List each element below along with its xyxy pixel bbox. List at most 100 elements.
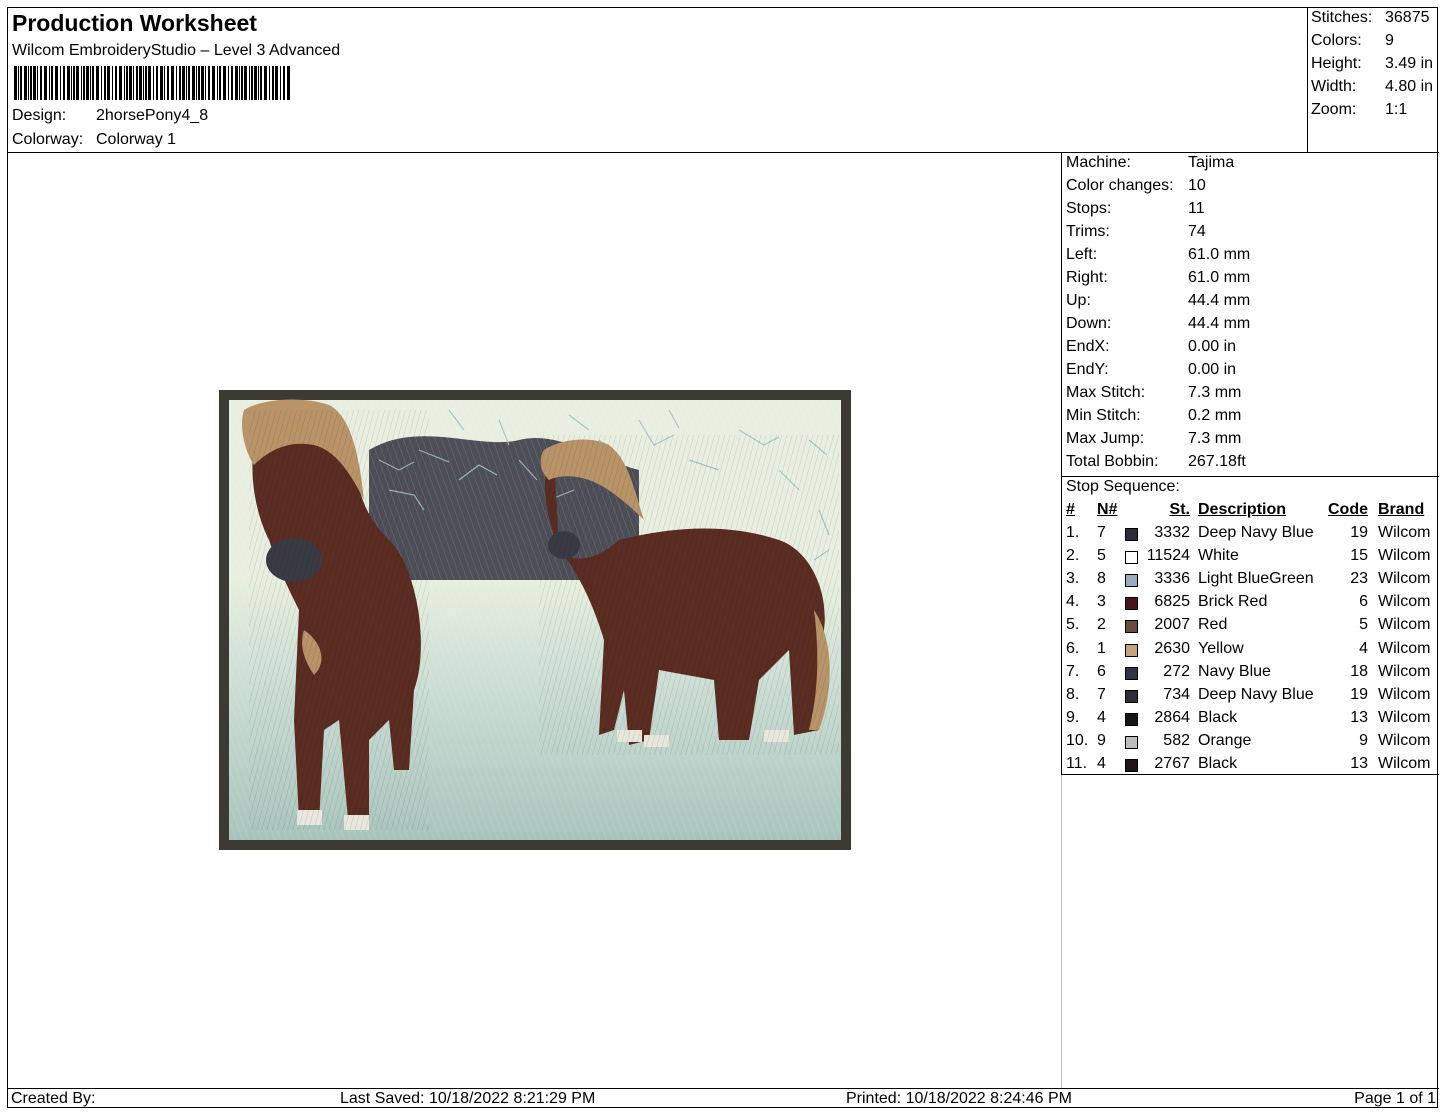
needle-number: 9: [1097, 731, 1106, 749]
left-pony: [242, 399, 429, 830]
stop-sequence-header: # N# St. Description Code Brand: [1062, 501, 1439, 524]
needle-number: 6: [1097, 662, 1106, 680]
barcode-bar: [37, 66, 38, 100]
barcode-bar: [81, 66, 82, 100]
barcode-bar: [171, 66, 174, 100]
barcode-bar: [219, 66, 221, 100]
machine-info-value: 61.0 mm: [1188, 269, 1251, 286]
stitch-count: 582: [1163, 731, 1190, 749]
thread-code: 23: [1350, 570, 1368, 588]
machine-info-label: Stops:: [1066, 200, 1112, 217]
thread-description: Yellow: [1198, 639, 1244, 657]
barcode-bar: [269, 66, 270, 100]
stop-sequence-divider: [1062, 476, 1439, 477]
height-value: 3.49 in: [1385, 55, 1434, 72]
thread-brand: Wilcom: [1378, 662, 1431, 680]
last-saved: Last Saved: 10/18/2022 8:21:29 PM: [340, 1090, 596, 1107]
barcode-bar: [231, 66, 233, 100]
machine-info-value: 44.4 mm: [1188, 315, 1251, 332]
panel-divider: [1061, 775, 1062, 1088]
thread-brand: Wilcom: [1378, 593, 1431, 611]
stop-sequence-row: 8. 7 734 Deep Navy Blue 19 Wilcom: [1062, 686, 1439, 709]
barcode-bar: [254, 66, 257, 100]
stop-number: 10.: [1066, 731, 1089, 749]
color-swatch: [1125, 551, 1138, 565]
stitch-count: 3332: [1154, 524, 1190, 541]
thread-code: 4: [1359, 639, 1368, 657]
machine-info-panel: Total Bobbin: 267.18ft Max Jump: 7.3 mm Min …: [1061, 153, 1439, 775]
machine-info-value: 0.2 mm: [1188, 407, 1242, 424]
barcode-bar: [104, 66, 106, 100]
machine-info-label: Left:: [1066, 246, 1098, 263]
stitch-count: 2767: [1154, 755, 1190, 772]
thread-description: Deep Navy Blue: [1198, 685, 1314, 703]
stitch-count: 2864: [1154, 708, 1190, 726]
width-label: Width:: [1311, 78, 1357, 95]
barcode-bar: [24, 66, 27, 100]
machine-info-label: Max Jump:: [1066, 430, 1145, 447]
stop-number: 2.: [1066, 547, 1080, 565]
machine-info-value: 0.00 in: [1188, 361, 1237, 378]
thread-description: Deep Navy Blue: [1198, 524, 1314, 541]
barcode-bar: [280, 66, 281, 100]
barcode-bar: [67, 66, 70, 100]
stop-number: 9.: [1066, 708, 1080, 726]
barcode-bar: [188, 66, 190, 100]
col-header-brand: Brand: [1378, 501, 1425, 518]
machine-info-value: 10: [1188, 177, 1206, 194]
barcode-bar: [153, 66, 154, 100]
machine-info-row: Machine: Tajima: [1066, 154, 1234, 172]
needle-number: 3: [1097, 593, 1106, 611]
thread-code: 13: [1350, 755, 1368, 772]
barcode-bar: [119, 66, 122, 100]
barcode-bar: [55, 66, 58, 100]
stop-sequence-row: 5. 2 2007 Red 5 Wilcom: [1062, 616, 1439, 639]
barcode-bar: [18, 66, 19, 100]
thread-code: 5: [1359, 616, 1368, 634]
zoom-label: Zoom:: [1311, 101, 1357, 118]
machine-info-value: 0.00 in: [1188, 338, 1237, 355]
color-swatch: [1125, 666, 1138, 680]
colorway-row: Colorway: Colorway 1: [12, 131, 176, 149]
machine-info-label: Trims:: [1066, 223, 1110, 240]
stop-sequence-row: 7. 6 272 Navy Blue 18 Wilcom: [1062, 663, 1439, 686]
worksheet-footer: Created By: Last Saved: 10/18/2022 8:21:…: [8, 1088, 1439, 1109]
colors-stat: Colors: 9: [1311, 32, 1394, 50]
needle-number: 8: [1097, 570, 1106, 588]
machine-info-row: Down: 44.4 mm: [1066, 315, 1250, 333]
thread-description: Orange: [1198, 731, 1252, 749]
barcode-bar: [76, 66, 79, 100]
machine-info-label: EndY:: [1066, 361, 1109, 378]
stitch-count: 272: [1163, 662, 1190, 680]
thread-code: 19: [1350, 685, 1368, 703]
thread-brand: Wilcom: [1378, 570, 1431, 588]
stop-number: 7.: [1066, 662, 1080, 680]
barcode-bar: [83, 66, 85, 100]
barcode-bar: [124, 66, 125, 100]
barcode-bar: [73, 66, 75, 100]
stop-sequence-row: 6. 1 2630 Yellow 4 Wilcom: [1062, 640, 1439, 663]
col-header-description: Description: [1198, 501, 1287, 518]
design-row: Design: 2horsePony4_8: [12, 107, 208, 125]
color-swatch: [1125, 528, 1138, 541]
barcode-bar: [228, 66, 229, 100]
stitch-count: 3336: [1154, 570, 1190, 588]
barcode-bar: [96, 66, 99, 100]
barcode-bar: [33, 66, 36, 100]
colorway-name: Colorway 1: [96, 131, 177, 148]
stitch-count: 2630: [1154, 639, 1190, 657]
barcode-bar: [264, 66, 267, 100]
stop-number: 3.: [1066, 570, 1080, 588]
barcode-bar: [63, 66, 65, 100]
thread-brand: Wilcom: [1378, 639, 1431, 657]
thread-brand: Wilcom: [1378, 731, 1431, 749]
color-swatch: [1125, 689, 1138, 703]
thread-code: 18: [1350, 662, 1368, 680]
printed-date: Printed: 10/18/2022 8:24:46 PM: [846, 1090, 1072, 1107]
barcode-bar: [92, 66, 94, 100]
col-header-needle: N#: [1097, 501, 1118, 518]
barcode-bar: [30, 66, 32, 100]
barcode-bar: [164, 66, 165, 100]
barcode-bar: [28, 66, 29, 100]
thread-description: Brick Red: [1198, 593, 1268, 611]
